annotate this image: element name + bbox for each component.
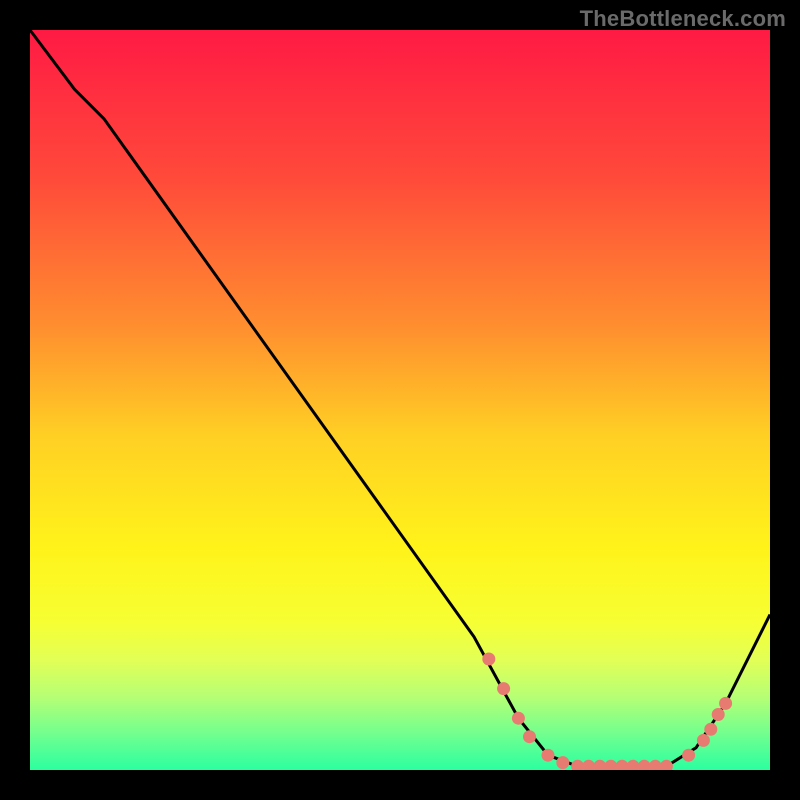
chart-marker [523,730,536,743]
chart-marker [482,653,495,666]
frame-right [770,0,800,800]
chart-marker [697,734,710,747]
chart-container: TheBottleneck.com [0,0,800,800]
frame-bottom [0,770,800,800]
chart-marker [704,723,717,736]
watermark-text: TheBottleneck.com [580,6,786,32]
chart-svg [0,0,800,800]
chart-marker [682,749,695,762]
plot-background [30,30,770,770]
chart-marker [712,708,725,721]
chart-marker [512,712,525,725]
frame-left [0,0,30,800]
chart-marker [719,697,732,710]
chart-marker [542,749,555,762]
chart-marker [497,682,510,695]
chart-marker [556,756,569,769]
